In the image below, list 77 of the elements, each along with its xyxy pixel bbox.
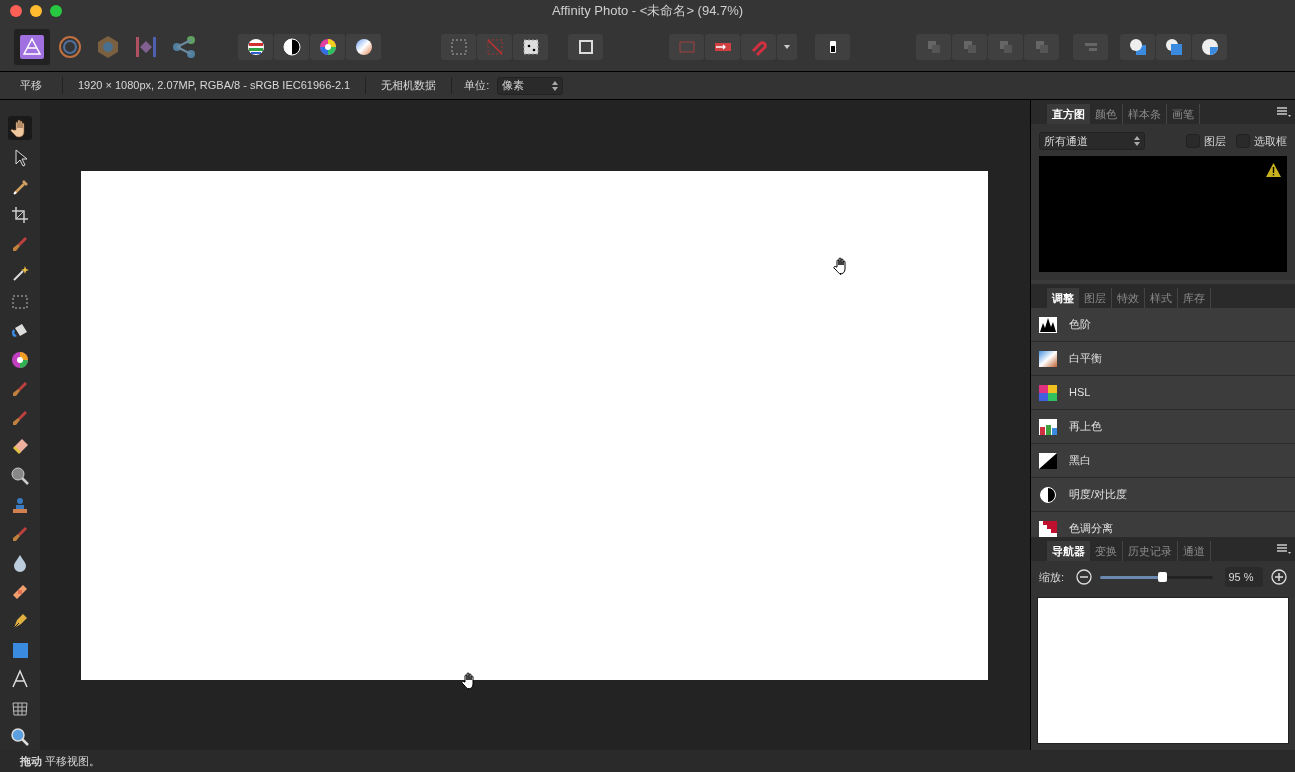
panel-tab[interactable]: 导航器 xyxy=(1047,541,1090,561)
letter-icon xyxy=(10,669,30,689)
square-icon xyxy=(10,640,30,660)
toolbar-button[interactable] xyxy=(705,33,740,60)
toolbar-button[interactable] xyxy=(274,33,309,60)
zoom-button[interactable] xyxy=(50,5,62,17)
eraser-icon xyxy=(10,437,30,457)
brush-icon xyxy=(10,408,30,428)
brush-icon xyxy=(10,234,30,254)
brush-icon xyxy=(10,524,30,544)
share-icon xyxy=(171,33,197,60)
unit-label: 单位: xyxy=(463,78,491,94)
persona-button[interactable] xyxy=(14,28,50,65)
stamp-icon xyxy=(10,495,30,515)
dashed-square-icon xyxy=(448,36,469,57)
minimize-button[interactable] xyxy=(30,5,42,17)
gradient-square-icon xyxy=(1039,350,1057,367)
toolbar-button[interactable] xyxy=(310,33,345,60)
tool-name: 平移 xyxy=(0,77,63,94)
photo-persona-icon xyxy=(19,33,45,60)
color-wheel-icon xyxy=(10,350,30,370)
toolbar-button[interactable] xyxy=(815,33,850,60)
half-circle-icon xyxy=(1039,486,1057,503)
gradient-circle-icon xyxy=(353,36,374,57)
panel-tab[interactable]: 调整 xyxy=(1047,288,1079,308)
panel-menu-icon xyxy=(1277,544,1291,554)
ink-bottle-icon xyxy=(829,40,836,53)
dotted-square-icon xyxy=(520,36,541,57)
hexagon-icon xyxy=(95,33,121,60)
tool-button[interactable] xyxy=(8,116,32,140)
caret-icon xyxy=(784,44,790,49)
color-columns-icon xyxy=(1039,418,1057,435)
camera-info: 无相机数据 xyxy=(366,77,453,94)
zoom-icon xyxy=(10,727,30,747)
color-bars-icon xyxy=(245,36,266,57)
status-text: 拖动 平移视图。 xyxy=(20,753,101,769)
toolbar-button[interactable] xyxy=(346,33,381,60)
circle-quarter-icon xyxy=(1199,36,1220,57)
panel-menu-icon xyxy=(1277,107,1291,117)
toolbar-button[interactable] xyxy=(1120,33,1155,60)
toolbar-button[interactable] xyxy=(513,33,548,60)
panel-tab[interactable]: 直方图 xyxy=(1047,104,1090,124)
zoom-field[interactable]: 95 % xyxy=(1224,567,1263,587)
rainbow-square-icon xyxy=(1039,384,1057,401)
updown-icon xyxy=(552,80,559,91)
zoom-label: 缩放: xyxy=(1039,569,1065,585)
checkbox-label: 选取框 xyxy=(1254,133,1287,149)
hand-cursor-icon xyxy=(833,257,849,275)
diagonal-split-icon xyxy=(1039,452,1057,469)
unit-select[interactable]: 像素 xyxy=(497,76,564,95)
magnifier-icon xyxy=(10,466,30,486)
close-button[interactable] xyxy=(10,5,22,17)
dashed-square-slash-icon xyxy=(484,36,505,57)
zoom-slider[interactable] xyxy=(1100,575,1213,579)
checkbox-label: 图层 xyxy=(1204,133,1226,149)
document-info: 1920 × 1080px, 2.07MP, RGBA/8 - sRGB IEC61966-2.1 xyxy=(63,77,367,94)
circle-square-icon xyxy=(1163,36,1184,57)
steps-square-icon xyxy=(1039,520,1057,537)
toolbar-button[interactable] xyxy=(1192,33,1227,60)
crop-icon xyxy=(10,205,30,225)
hand-cursor-icon xyxy=(461,672,477,690)
circle-square-icon xyxy=(1127,36,1148,57)
half-circle-icon xyxy=(281,36,302,57)
dashed-rectangle-icon xyxy=(10,292,30,312)
warning-icon xyxy=(1266,163,1281,177)
rings-icon xyxy=(57,33,83,60)
updown-icon xyxy=(1134,136,1140,146)
toolbar-button[interactable] xyxy=(1156,33,1191,60)
color-wheel-icon xyxy=(317,36,338,57)
toolbar-button[interactable] xyxy=(238,33,273,60)
histogram-icon xyxy=(1039,316,1057,333)
channel-select[interactable]: 所有通道 xyxy=(1039,132,1145,150)
window-title: Affinity Photo - <未命名> (94.7%) xyxy=(551,2,744,21)
brush-icon xyxy=(10,379,30,399)
zoom-out-icon xyxy=(1076,569,1093,585)
toolbar-button[interactable] xyxy=(568,33,603,60)
zoom-in-icon xyxy=(1271,569,1287,585)
